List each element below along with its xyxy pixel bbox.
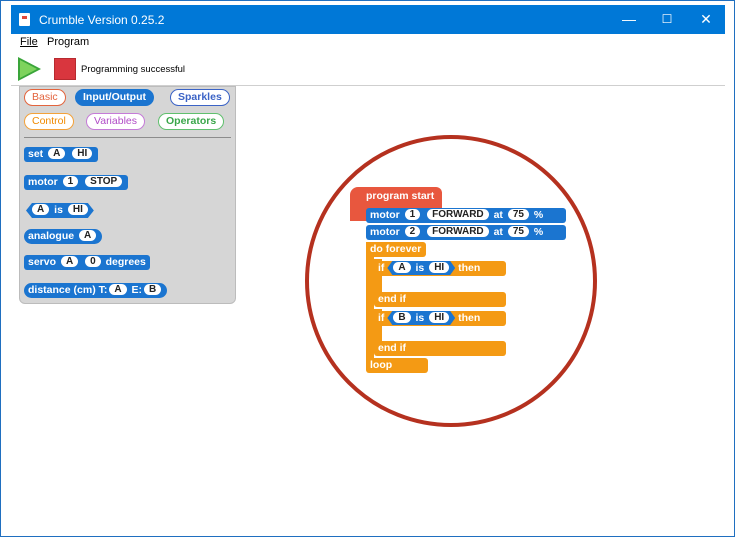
block-label: servo	[28, 256, 57, 268]
block-label: is	[54, 204, 63, 216]
loop-block[interactable]: loop	[366, 358, 428, 373]
toolbar: Programming successful	[11, 52, 725, 86]
block-label: distance (cm)	[28, 284, 96, 296]
block-label: set	[28, 148, 44, 160]
condition-var-pill[interactable]: A	[393, 262, 410, 273]
status-text: Programming successful	[81, 64, 186, 75]
condition-value-pill[interactable]: HI	[429, 262, 449, 273]
category-variables[interactable]: Variables	[86, 113, 145, 130]
do-forever-block[interactable]: do forever	[366, 242, 426, 257]
block-var-pill[interactable]: A	[32, 204, 49, 215]
block-state-pill[interactable]: STOP	[85, 176, 123, 187]
category-input-output[interactable]: Input/Output	[75, 89, 154, 106]
stop-icon[interactable]	[54, 58, 76, 80]
block-label: analogue	[28, 230, 75, 242]
motor-speed-pill[interactable]: 75	[507, 209, 529, 220]
close-button[interactable]: ✕	[687, 5, 725, 34]
block-label: at	[493, 209, 503, 221]
menu-program[interactable]: Program	[47, 36, 89, 48]
maximize-button[interactable]: ☐	[648, 5, 686, 34]
then-label: then	[458, 312, 481, 324]
if2-block[interactable]: if B is HI then	[374, 311, 506, 326]
block-label: %	[533, 209, 544, 221]
category-control[interactable]: Control	[24, 113, 74, 130]
palette-block-distance[interactable]: distance (cm) T: A E: B	[24, 283, 168, 298]
highlight-circle	[305, 135, 597, 427]
motor-dir-pill[interactable]: FORWARD	[427, 226, 489, 237]
motor-num-pill[interactable]: 2	[404, 226, 421, 237]
block-label: motor	[370, 209, 400, 221]
block-palette: Basic Input/Output Sparkles Control Vari…	[19, 86, 236, 304]
window-title: Crumble Version 0.25.2	[39, 13, 165, 27]
block-label: %	[533, 226, 544, 238]
if1-block[interactable]: if A is HI then	[374, 261, 506, 276]
motor-num-pill[interactable]: 1	[404, 209, 421, 220]
condition-value-pill[interactable]: HI	[429, 312, 449, 323]
block-label: at	[493, 226, 503, 238]
block-label: motor	[28, 176, 58, 188]
block-e-pill[interactable]: B	[144, 284, 162, 295]
block-num-pill[interactable]: 1	[62, 176, 79, 187]
app-icon	[19, 13, 30, 26]
palette-block-analogue[interactable]: analogue A	[24, 229, 103, 244]
block-num-pill[interactable]: 0	[85, 256, 101, 267]
block-label: motor	[370, 226, 400, 238]
play-icon[interactable]	[18, 57, 41, 81]
category-basic[interactable]: Basic	[24, 89, 66, 106]
block-unit: degrees	[105, 256, 146, 268]
program-start-label: program start	[366, 190, 435, 202]
block-t-pill[interactable]: A	[109, 284, 127, 295]
condition-label: is	[415, 262, 425, 274]
palette-block-set[interactable]: set A HI	[24, 147, 99, 162]
block-value-pill[interactable]: HI	[72, 148, 93, 159]
block-e-label: E:	[131, 284, 143, 296]
end-if1-block[interactable]: end if	[374, 292, 506, 307]
menu-bar: File Program	[11, 34, 725, 52]
motor-dir-pill[interactable]: FORWARD	[427, 209, 489, 220]
title-bar: Crumble Version 0.25.2 — ☐ ✕	[11, 5, 725, 34]
menu-file[interactable]: File	[20, 36, 38, 48]
if-label: if	[378, 262, 385, 274]
block-value-pill[interactable]: HI	[68, 204, 88, 215]
palette-divider	[24, 137, 231, 138]
if2-condition[interactable]: B is HI	[387, 311, 455, 325]
block-var-pill[interactable]: A	[79, 230, 97, 241]
palette-block-motor[interactable]: motor 1 STOP	[24, 175, 129, 190]
then-label: then	[458, 262, 481, 274]
motor-speed-pill[interactable]: 75	[507, 226, 529, 237]
if1-condition[interactable]: A is HI	[387, 261, 455, 275]
block-var-pill[interactable]: A	[48, 148, 66, 159]
block-t-label: T:	[98, 284, 108, 296]
end-if2-block[interactable]: end if	[374, 341, 506, 356]
palette-block-compare[interactable]: A is HI	[26, 203, 94, 218]
palette-block-servo[interactable]: servo A 0 degrees	[24, 255, 150, 270]
motor1-block[interactable]: motor 1 FORWARD at 75 %	[366, 208, 566, 223]
if-label: if	[378, 312, 385, 324]
motor2-block[interactable]: motor 2 FORWARD at 75 %	[366, 225, 566, 240]
block-var-pill[interactable]: A	[60, 256, 79, 267]
forever-c-arm	[366, 242, 374, 362]
category-operators[interactable]: Operators	[158, 113, 225, 130]
minimize-button[interactable]: —	[610, 5, 648, 34]
condition-label: is	[415, 312, 425, 324]
condition-var-pill[interactable]: B	[393, 312, 410, 323]
category-sparkles[interactable]: Sparkles	[170, 89, 230, 106]
